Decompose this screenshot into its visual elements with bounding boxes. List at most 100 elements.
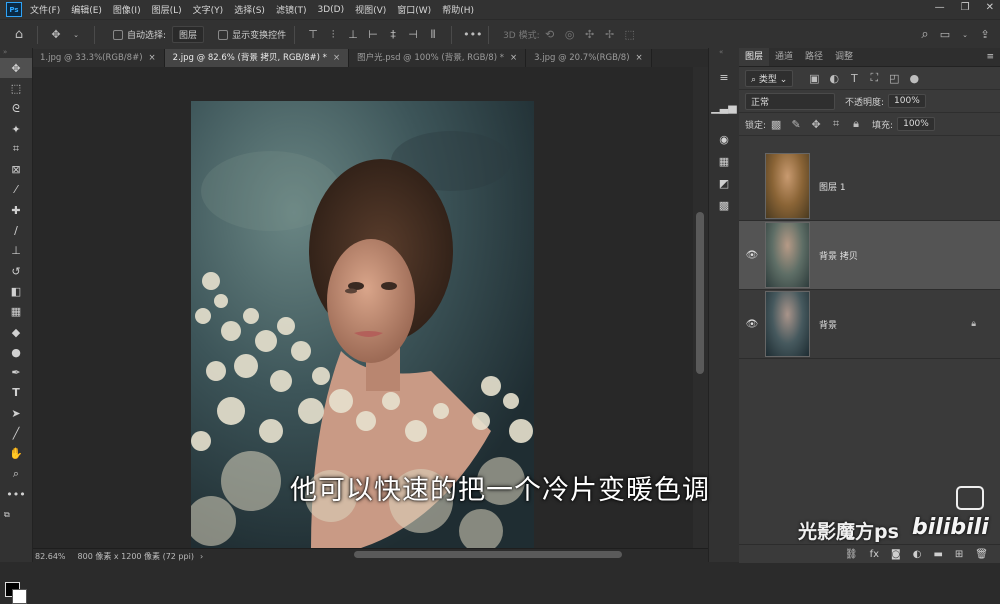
move-tool-icon[interactable]: ✥ xyxy=(0,58,32,79)
minimize-icon[interactable]: — xyxy=(935,2,945,13)
menu-3d[interactable]: 3D(D) xyxy=(317,5,344,15)
3d-orbit-icon[interactable]: ⟲ xyxy=(543,28,557,41)
auto-select-dropdown[interactable]: 图层 xyxy=(172,26,205,43)
gradient-tool-icon[interactable]: ▦ xyxy=(0,302,32,322)
auto-select-option[interactable]: 自动选择: 图层 xyxy=(113,26,205,43)
horizontal-scroll-thumb[interactable] xyxy=(354,551,622,558)
healing-brush-tool-icon[interactable]: ✚ xyxy=(0,200,32,220)
tab-adjustments[interactable]: 调整 xyxy=(829,48,859,66)
lock-artboard-icon[interactable]: ⌗ xyxy=(829,117,843,131)
share-icon[interactable]: ⇪ xyxy=(978,28,992,41)
menu-layer[interactable]: 图层(L) xyxy=(152,3,182,16)
doc-tab[interactable]: 1.jpg @ 33.3%(RGB/8#) × xyxy=(32,49,165,67)
collapse-icon[interactable]: « xyxy=(709,48,739,58)
eyedropper-tool-icon[interactable]: ⁄ xyxy=(0,180,32,200)
color-icon[interactable]: ◉ xyxy=(709,128,739,150)
patterns-icon[interactable]: ▩ xyxy=(709,194,739,216)
close-icon[interactable]: × xyxy=(333,53,340,63)
line-tool-icon[interactable]: ╱ xyxy=(0,423,32,443)
menu-type[interactable]: 文字(Y) xyxy=(193,3,224,16)
lock-transparent-icon[interactable]: ▩ xyxy=(769,118,783,131)
filter-toggle-icon[interactable]: ● xyxy=(907,72,921,85)
eye-icon[interactable]: 👁︎ xyxy=(743,319,761,330)
doc-tab[interactable]: 3.jpg @ 20.7%(RGB/8) × xyxy=(526,49,652,67)
chevron-down-icon[interactable]: ⌄ xyxy=(69,31,83,39)
hand-tool-icon[interactable]: ✋ xyxy=(0,444,32,464)
doc-tab[interactable]: 图户光.psd @ 100% (背景, RGB/8) * × xyxy=(349,49,527,67)
menu-view[interactable]: 视图(V) xyxy=(355,3,386,16)
auto-select-checkbox[interactable] xyxy=(113,29,123,40)
tab-paths[interactable]: 路径 xyxy=(799,48,829,66)
background-color-swatch[interactable] xyxy=(12,589,27,604)
filter-adjustment-icon[interactable]: ◐ xyxy=(827,72,841,85)
layer-row[interactable]: 👁︎ 背景 🔒︎ xyxy=(739,290,1000,359)
align-top-icon[interactable]: ⊤ xyxy=(306,28,320,41)
chevron-right-icon[interactable]: › xyxy=(200,552,203,561)
brush-tool-icon[interactable]: ∕ xyxy=(0,220,32,240)
default-colors-icon[interactable]: ⧉ xyxy=(0,505,36,525)
link-layers-icon[interactable]: ⛓ xyxy=(845,549,858,560)
align-hcenter-icon[interactable]: ‡ xyxy=(386,28,400,41)
gradients-icon[interactable]: ◩ xyxy=(709,172,739,194)
filter-type-icon[interactable]: T xyxy=(847,72,861,85)
dodge-tool-icon[interactable]: ● xyxy=(0,342,32,362)
panel-menu-icon[interactable]: ≡ xyxy=(986,52,994,62)
pen-tool-icon[interactable]: ✒ xyxy=(0,362,32,382)
align-left-icon[interactable]: ⊢ xyxy=(366,28,380,41)
tab-channels[interactable]: 通道 xyxy=(769,48,799,66)
close-icon[interactable]: × xyxy=(510,53,517,63)
frame-tool-icon[interactable]: ⊠ xyxy=(0,159,32,179)
type-tool-icon[interactable]: T xyxy=(0,383,32,403)
chevron-down-icon[interactable]: ⌄ xyxy=(958,31,972,39)
tab-layers[interactable]: 图层 xyxy=(739,48,770,66)
eraser-tool-icon[interactable]: ◧ xyxy=(0,281,32,301)
filter-kind-dropdown[interactable]: ⌕ 类型 ⌄ xyxy=(745,69,794,87)
align-bottom-icon[interactable]: ⊥ xyxy=(346,28,360,41)
adjustment-layer-icon[interactable]: ◐ xyxy=(913,549,922,560)
new-group-icon[interactable]: ▬ xyxy=(933,549,942,560)
crop-tool-icon[interactable]: ⌗ xyxy=(0,139,32,159)
lock-all-icon[interactable]: 🔒︎ xyxy=(849,117,863,131)
vertical-scroll-thumb[interactable] xyxy=(696,212,704,374)
filter-pixel-icon[interactable]: ▣ xyxy=(807,72,821,85)
layer-style-icon[interactable]: fx xyxy=(870,549,879,560)
close-icon[interactable]: ✕ xyxy=(986,2,994,13)
home-icon[interactable]: ⌂ xyxy=(12,27,26,42)
layer-row-selected[interactable]: 👁︎ 背景 拷贝 xyxy=(739,221,1000,290)
distribute-icon[interactable]: ⦀ xyxy=(426,28,440,42)
eye-icon[interactable]: 👁︎ xyxy=(743,250,761,261)
menu-edit[interactable]: 编辑(E) xyxy=(71,3,102,16)
menu-help[interactable]: 帮助(H) xyxy=(442,3,474,16)
add-mask-icon[interactable]: ◙ xyxy=(891,549,901,560)
move-tool-icon[interactable]: ✥ xyxy=(49,28,63,41)
show-transform-checkbox[interactable] xyxy=(218,29,229,40)
swatches-icon[interactable]: ▦ xyxy=(709,150,739,172)
opacity-input[interactable]: 100% xyxy=(888,94,926,108)
properties-icon[interactable]: ≡ xyxy=(709,66,739,88)
more-options-icon[interactable]: ••• xyxy=(463,28,482,41)
search-icon[interactable]: ⌕ xyxy=(918,27,932,42)
close-icon[interactable]: × xyxy=(149,53,156,63)
menu-window[interactable]: 窗口(W) xyxy=(397,3,431,16)
lock-image-icon[interactable]: ✎ xyxy=(789,118,803,131)
magic-wand-tool-icon[interactable]: ✦ xyxy=(0,119,32,139)
menu-image[interactable]: 图像(I) xyxy=(113,3,141,16)
layer-row[interactable]: 图层 1 xyxy=(739,152,1000,221)
3d-pan-icon[interactable]: ✣ xyxy=(583,28,597,41)
clone-stamp-tool-icon[interactable]: ⊥ xyxy=(0,241,32,261)
restore-icon[interactable]: ❐ xyxy=(961,2,970,13)
path-selection-tool-icon[interactable]: ➤ xyxy=(0,403,32,423)
zoom-level[interactable]: 82.64% xyxy=(35,552,66,561)
marquee-tool-icon[interactable]: ⬚ xyxy=(0,78,32,98)
blur-tool-icon[interactable]: ◆ xyxy=(0,322,32,342)
3d-roll-icon[interactable]: ◎ xyxy=(563,28,577,41)
lock-position-icon[interactable]: ✥ xyxy=(809,118,823,131)
new-layer-icon[interactable]: ⊞ xyxy=(955,549,963,560)
filter-smart-object-icon[interactable]: ◰ xyxy=(887,72,901,85)
collapse-icon[interactable]: » xyxy=(0,48,32,58)
menu-file[interactable]: 文件(F) xyxy=(30,3,60,16)
delete-layer-icon[interactable]: 🗑︎ xyxy=(975,549,988,560)
show-transform-option[interactable]: 显示变换控件 xyxy=(218,28,286,41)
history-brush-tool-icon[interactable]: ↺ xyxy=(0,261,32,281)
workspace-icon[interactable]: ▭ xyxy=(938,28,952,41)
